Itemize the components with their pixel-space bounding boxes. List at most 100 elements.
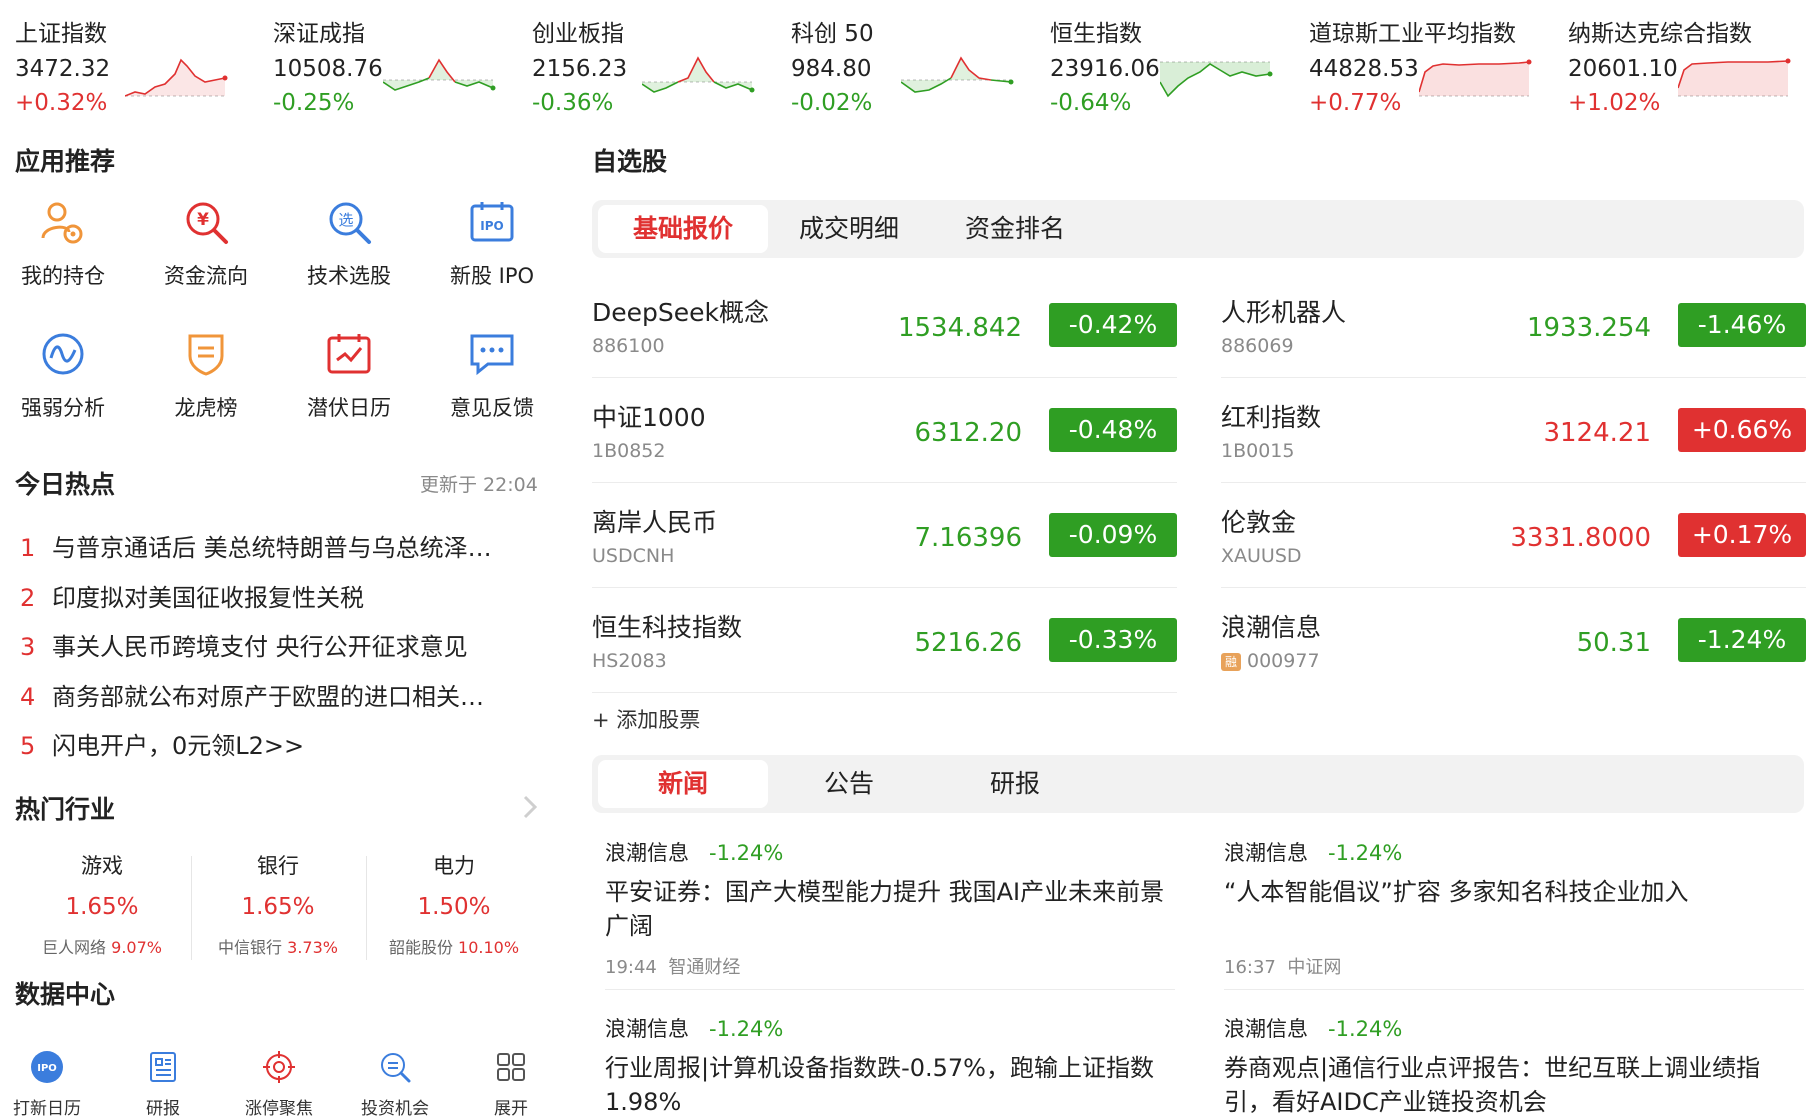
dc-opportunity[interactable]: 投资机会 — [340, 1050, 450, 1116]
app-label: 意见反馈 — [450, 396, 534, 420]
margin-tag: 融 — [1221, 653, 1241, 671]
index-sparkline — [1160, 61, 1273, 98]
index-value: 10508.76 — [273, 56, 383, 82]
stock-name: 离岸人民币 — [592, 508, 718, 537]
stock-row[interactable]: 中证1000 1B0852 6312.20 -0.48% — [592, 378, 1177, 483]
stock-row[interactable]: DeepSeek概念 886100 1534.842 -0.42% — [592, 273, 1177, 378]
hot-text: 闪电开户，0元领L2>> — [52, 732, 305, 760]
hot-item[interactable]: 1 与普京通话后 美总统特朗普与乌总统泽… — [20, 528, 545, 563]
app-dragon-tiger[interactable]: 龙虎榜 — [146, 330, 266, 422]
industry-card[interactable]: 游戏 1.65% 巨人网络 9.07% — [14, 850, 190, 958]
news-item[interactable]: 浪潮信息 -1.24% “人本智能倡议”扩容 多家知名科技企业加入 16:37 中… — [1224, 837, 1784, 979]
news-time: 19:44 — [605, 957, 657, 978]
grid-expand-icon — [497, 1053, 525, 1081]
dc-label: 涨停聚焦 — [245, 1099, 313, 1116]
stock-price: 5216.26 — [914, 628, 1022, 658]
news-title: 行业周报|计算机设备指数跌-0.57%，跑输上证指数1.98% — [605, 1054, 1154, 1116]
ipo-calendar-icon: IPO — [31, 1051, 63, 1083]
dc-research[interactable]: 研报 — [108, 1050, 218, 1116]
hot-item[interactable]: 2 印度拟对美国征收报复性关税 — [20, 578, 545, 613]
app-ipo[interactable]: IPO 新股 IPO — [432, 198, 552, 290]
index-card-chinext[interactable]: 创业板指 2156.23 -0.36% — [532, 8, 782, 118]
news-item[interactable]: 浪潮信息 -1.24% 券商观点|通信行业点评报告：世纪互联上调业绩指引，看好AI… — [1224, 1013, 1784, 1116]
industry-leader: 韶能股份 10.10% — [366, 934, 542, 958]
index-sparkline — [901, 56, 1014, 93]
stock-change-badge: -0.09% — [1049, 513, 1177, 557]
limit-up-focus-icon — [263, 1051, 295, 1083]
stock-row[interactable]: 离岸人民币 USDCNH 7.16396 -0.09% — [592, 483, 1177, 588]
app-fund-flow[interactable]: ¥ 资金流向 — [146, 198, 266, 290]
tab-research[interactable]: 研报 — [930, 760, 1100, 808]
index-card-dowjones[interactable]: 道琼斯工业平均指数 44828.53 +0.77% — [1309, 8, 1559, 118]
tab-news[interactable]: 新闻 — [598, 760, 768, 808]
stock-name: 浪潮信息 — [1221, 613, 1322, 642]
add-stock-button[interactable]: + 添加股票 — [592, 704, 700, 734]
app-calendar[interactable]: 潜伏日历 — [289, 330, 409, 422]
stock-name: 红利指数 — [1221, 403, 1322, 432]
news-item[interactable]: 浪潮信息 -1.24% 行业周报|计算机设备指数跌-0.57%，跑输上证指数1.9… — [605, 1013, 1165, 1116]
news-source: 智通财经 — [668, 957, 741, 978]
app-label: 技术选股 — [307, 264, 391, 288]
datacenter-title: 数据中心 — [15, 980, 116, 1009]
stock-row[interactable]: 人形机器人 886069 1933.254 -1.46% — [1221, 273, 1806, 378]
index-card-shanghai[interactable]: 上证指数 3472.32 +0.32% — [15, 8, 265, 118]
news-time: 16:37 — [1224, 957, 1276, 978]
stock-code: XAUUSD — [1221, 545, 1302, 567]
stock-code: 886100 — [592, 335, 665, 357]
hot-updated-time: 更新于 22:04 — [420, 474, 538, 496]
app-feedback[interactable]: 意见反馈 — [432, 330, 552, 422]
industry-leader: 巨人网络 9.07% — [14, 934, 190, 958]
stock-row[interactable]: 伦敦金 XAUUSD 3331.8000 +0.17% — [1221, 483, 1806, 588]
index-card-shenzhen[interactable]: 深证成指 10508.76 -0.25% — [273, 8, 523, 118]
index-change: -0.25% — [273, 90, 355, 116]
tab-fund-ranking[interactable]: 资金排名 — [930, 205, 1100, 253]
hot-text: 商务部就公布对原产于欧盟的进口相关… — [52, 683, 484, 711]
industry-card[interactable]: 电力 1.50% 韶能股份 10.10% — [366, 850, 542, 958]
dc-ipo-calendar[interactable]: IPO 打新日历 — [0, 1050, 102, 1116]
stock-price: 3331.8000 — [1510, 523, 1651, 553]
app-label: 强弱分析 — [21, 396, 105, 420]
app-strength-analysis[interactable]: 强弱分析 — [3, 330, 123, 422]
news-source: 中证网 — [1287, 957, 1342, 978]
index-name: 上证指数 — [15, 21, 107, 47]
news-meta: 19:44 智通财经 — [605, 953, 1165, 979]
leader-name: 韶能股份 — [388, 938, 453, 957]
stock-name: 人形机器人 — [1221, 298, 1347, 327]
stock-row[interactable]: 浪潮信息 融 000977 50.31 -1.24% — [1221, 588, 1806, 693]
industry-card[interactable]: 银行 1.65% 中信银行 3.73% — [190, 850, 366, 958]
leader-pct: 3.73% — [287, 938, 338, 957]
app-holdings[interactable]: 我的持仓 — [3, 198, 123, 290]
hot-item[interactable]: 3 事关人民币跨境支付 央行公开征求意见 — [20, 627, 545, 662]
news-head: 浪潮信息 -1.24% — [605, 1013, 1165, 1043]
stock-row[interactable]: 红利指数 1B0015 3124.21 +0.66% — [1221, 378, 1806, 483]
svg-text:IPO: IPO — [480, 219, 503, 233]
stock-code: 886069 — [1221, 335, 1294, 357]
hot-text: 与普京通话后 美总统特朗普与乌总统泽… — [52, 534, 492, 562]
news-item[interactable]: 浪潮信息 -1.24% 平安证券：国产大模型能力提升 我国AI产业未来前景广阔 1… — [605, 837, 1165, 979]
index-card-nasdaq[interactable]: 纳斯达克综合指数 20601.10 +1.02% — [1568, 8, 1812, 118]
index-name: 纳斯达克综合指数 — [1568, 21, 1752, 47]
research-report-icon — [150, 1052, 176, 1082]
app-stock-picker[interactable]: 选 技术选股 — [289, 198, 409, 290]
leader-name: 巨人网络 — [42, 938, 107, 957]
stock-name: 恒生科技指数 — [592, 613, 743, 642]
hot-item[interactable]: 4 商务部就公布对原产于欧盟的进口相关… — [20, 677, 545, 712]
dc-limit-up[interactable]: 涨停聚焦 — [224, 1050, 334, 1116]
stock-row[interactable]: 恒生科技指数 HS2083 5216.26 -0.33% — [592, 588, 1177, 693]
tab-basic-quote[interactable]: 基础报价 — [598, 205, 768, 253]
tab-trade-detail[interactable]: 成交明细 — [764, 205, 934, 253]
hot-item[interactable]: 5 闪电开户，0元领L2>> — [20, 726, 545, 761]
tab-announcements[interactable]: 公告 — [764, 760, 934, 808]
index-value: 23916.06 — [1050, 56, 1160, 82]
index-card-hangseng[interactable]: 恒生指数 23916.06 -0.64% — [1050, 8, 1300, 118]
stock-change-badge: -0.33% — [1049, 618, 1177, 662]
stock-code: HS2083 — [592, 650, 667, 672]
chevron-right-icon[interactable] — [522, 794, 538, 820]
fund-flow-icon: ¥ — [186, 202, 228, 244]
index-sparkline — [383, 58, 496, 91]
index-card-star50[interactable]: 科创 50 984.80 -0.02% — [791, 8, 1041, 118]
news-title: “人本智能倡议”扩容 多家知名科技企业加入 — [1224, 878, 1689, 906]
dc-expand[interactable]: 展开 — [456, 1050, 566, 1116]
hot-rank: 2 — [20, 584, 36, 612]
dc-label: 研报 — [146, 1099, 180, 1116]
